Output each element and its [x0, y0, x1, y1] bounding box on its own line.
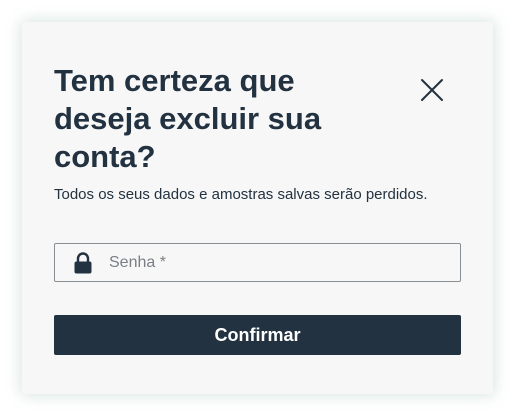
confirm-button[interactable]: Confirmar	[54, 315, 461, 355]
lock-icon	[73, 252, 93, 274]
password-field[interactable]	[54, 243, 461, 282]
dialog-title: Tem certeza que deseja excluir sua conta…	[54, 63, 322, 174]
close-icon	[421, 79, 443, 101]
password-input[interactable]	[109, 244, 449, 281]
dialog-subtitle: Todos os seus dados e amostras salvas se…	[54, 186, 428, 203]
close-button[interactable]	[418, 76, 446, 104]
delete-account-dialog: Tem certeza que deseja excluir sua conta…	[22, 22, 493, 394]
